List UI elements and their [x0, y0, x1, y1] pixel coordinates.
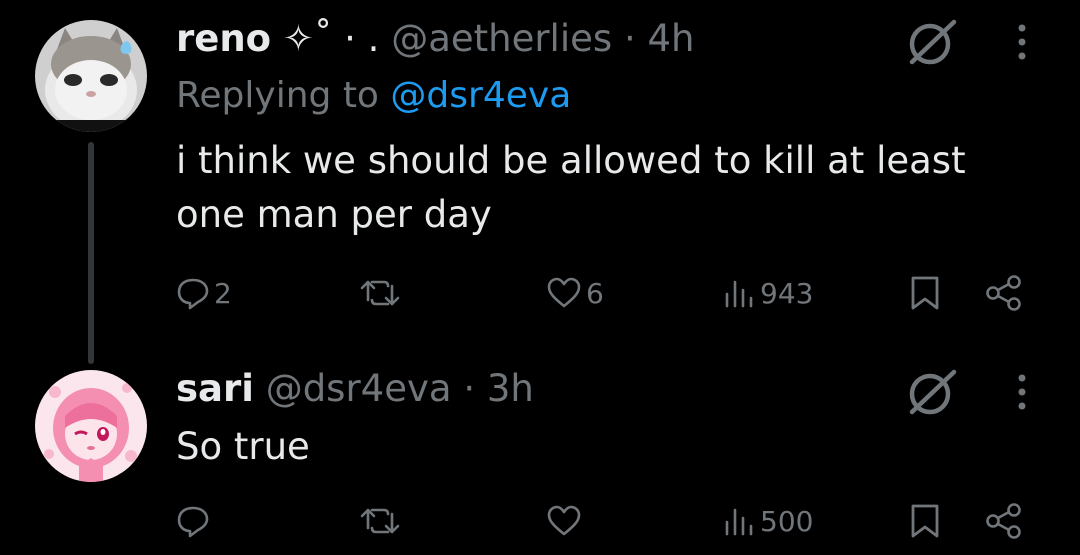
grok-icon[interactable] — [902, 364, 962, 424]
avatar[interactable] — [35, 20, 147, 132]
like-count: 6 — [586, 276, 604, 310]
views-count: 943 — [760, 276, 814, 310]
reply-icon — [177, 278, 209, 310]
more-icon[interactable] — [1010, 20, 1034, 68]
display-name-decoration: ✧˚ · . — [282, 17, 380, 60]
more-icon[interactable] — [1010, 370, 1034, 418]
share-icon — [986, 275, 1021, 311]
reply-button[interactable]: 2 — [176, 268, 232, 318]
retweet-button[interactable] — [360, 268, 404, 318]
display-name[interactable]: reno — [176, 17, 271, 60]
share-button[interactable] — [984, 496, 1024, 546]
avatar[interactable] — [35, 370, 147, 482]
display-name[interactable]: sari — [176, 367, 254, 410]
grok-icon[interactable] — [902, 14, 962, 74]
handle[interactable]: @dsr4eva — [266, 367, 452, 410]
bookmark-icon — [911, 276, 939, 310]
share-icon — [986, 503, 1021, 539]
reply-icon — [177, 506, 209, 538]
separator-dot: · — [463, 367, 476, 410]
tweet-text: So true — [176, 425, 310, 468]
tweet-header: reno ✧˚ · . @aetherlies · 4h — [176, 14, 694, 64]
reply-button[interactable] — [176, 496, 214, 546]
like-icon — [547, 505, 581, 536]
like-button[interactable] — [546, 496, 586, 546]
replying-to: Replying to @dsr4eva — [176, 72, 571, 120]
tweet-text: i think we should be allowed to kill at … — [176, 139, 966, 236]
views-button[interactable]: 500 — [722, 496, 813, 546]
like-icon — [547, 277, 581, 308]
cat-avatar-image — [35, 20, 147, 132]
views-icon — [725, 280, 753, 308]
thread-connector-line — [88, 142, 94, 364]
action-bar: 2 6 943 — [0, 268, 1080, 318]
pink-anime-avatar-image — [35, 370, 147, 482]
tweet-sari[interactable]: sari @dsr4eva · 3h So true 500 — [0, 350, 1080, 555]
views-icon — [725, 508, 753, 536]
timestamp[interactable]: 4h — [647, 17, 694, 60]
bookmark-button[interactable] — [908, 268, 942, 318]
views-button[interactable]: 943 — [722, 268, 813, 318]
like-button[interactable]: 6 — [546, 268, 604, 318]
reply-count: 2 — [214, 276, 232, 310]
timestamp[interactable]: 3h — [487, 367, 534, 410]
replying-to-link[interactable]: @dsr4eva — [390, 75, 571, 116]
retweet-icon — [360, 280, 400, 306]
handle[interactable]: @aetherlies — [391, 17, 612, 60]
retweet-icon — [360, 508, 400, 534]
retweet-button[interactable] — [360, 496, 404, 546]
separator-dot: · — [623, 17, 636, 60]
tweet-header: sari @dsr4eva · 3h — [176, 364, 534, 414]
bookmark-icon — [911, 504, 939, 538]
tweet-reno[interactable]: reno ✧˚ · . @aetherlies · 4h Replying to… — [0, 0, 1080, 364]
action-bar: 500 — [0, 496, 1080, 546]
views-count: 500 — [760, 504, 814, 538]
bookmark-button[interactable] — [908, 496, 942, 546]
replying-to-label: Replying to — [176, 75, 379, 116]
share-button[interactable] — [984, 268, 1024, 318]
